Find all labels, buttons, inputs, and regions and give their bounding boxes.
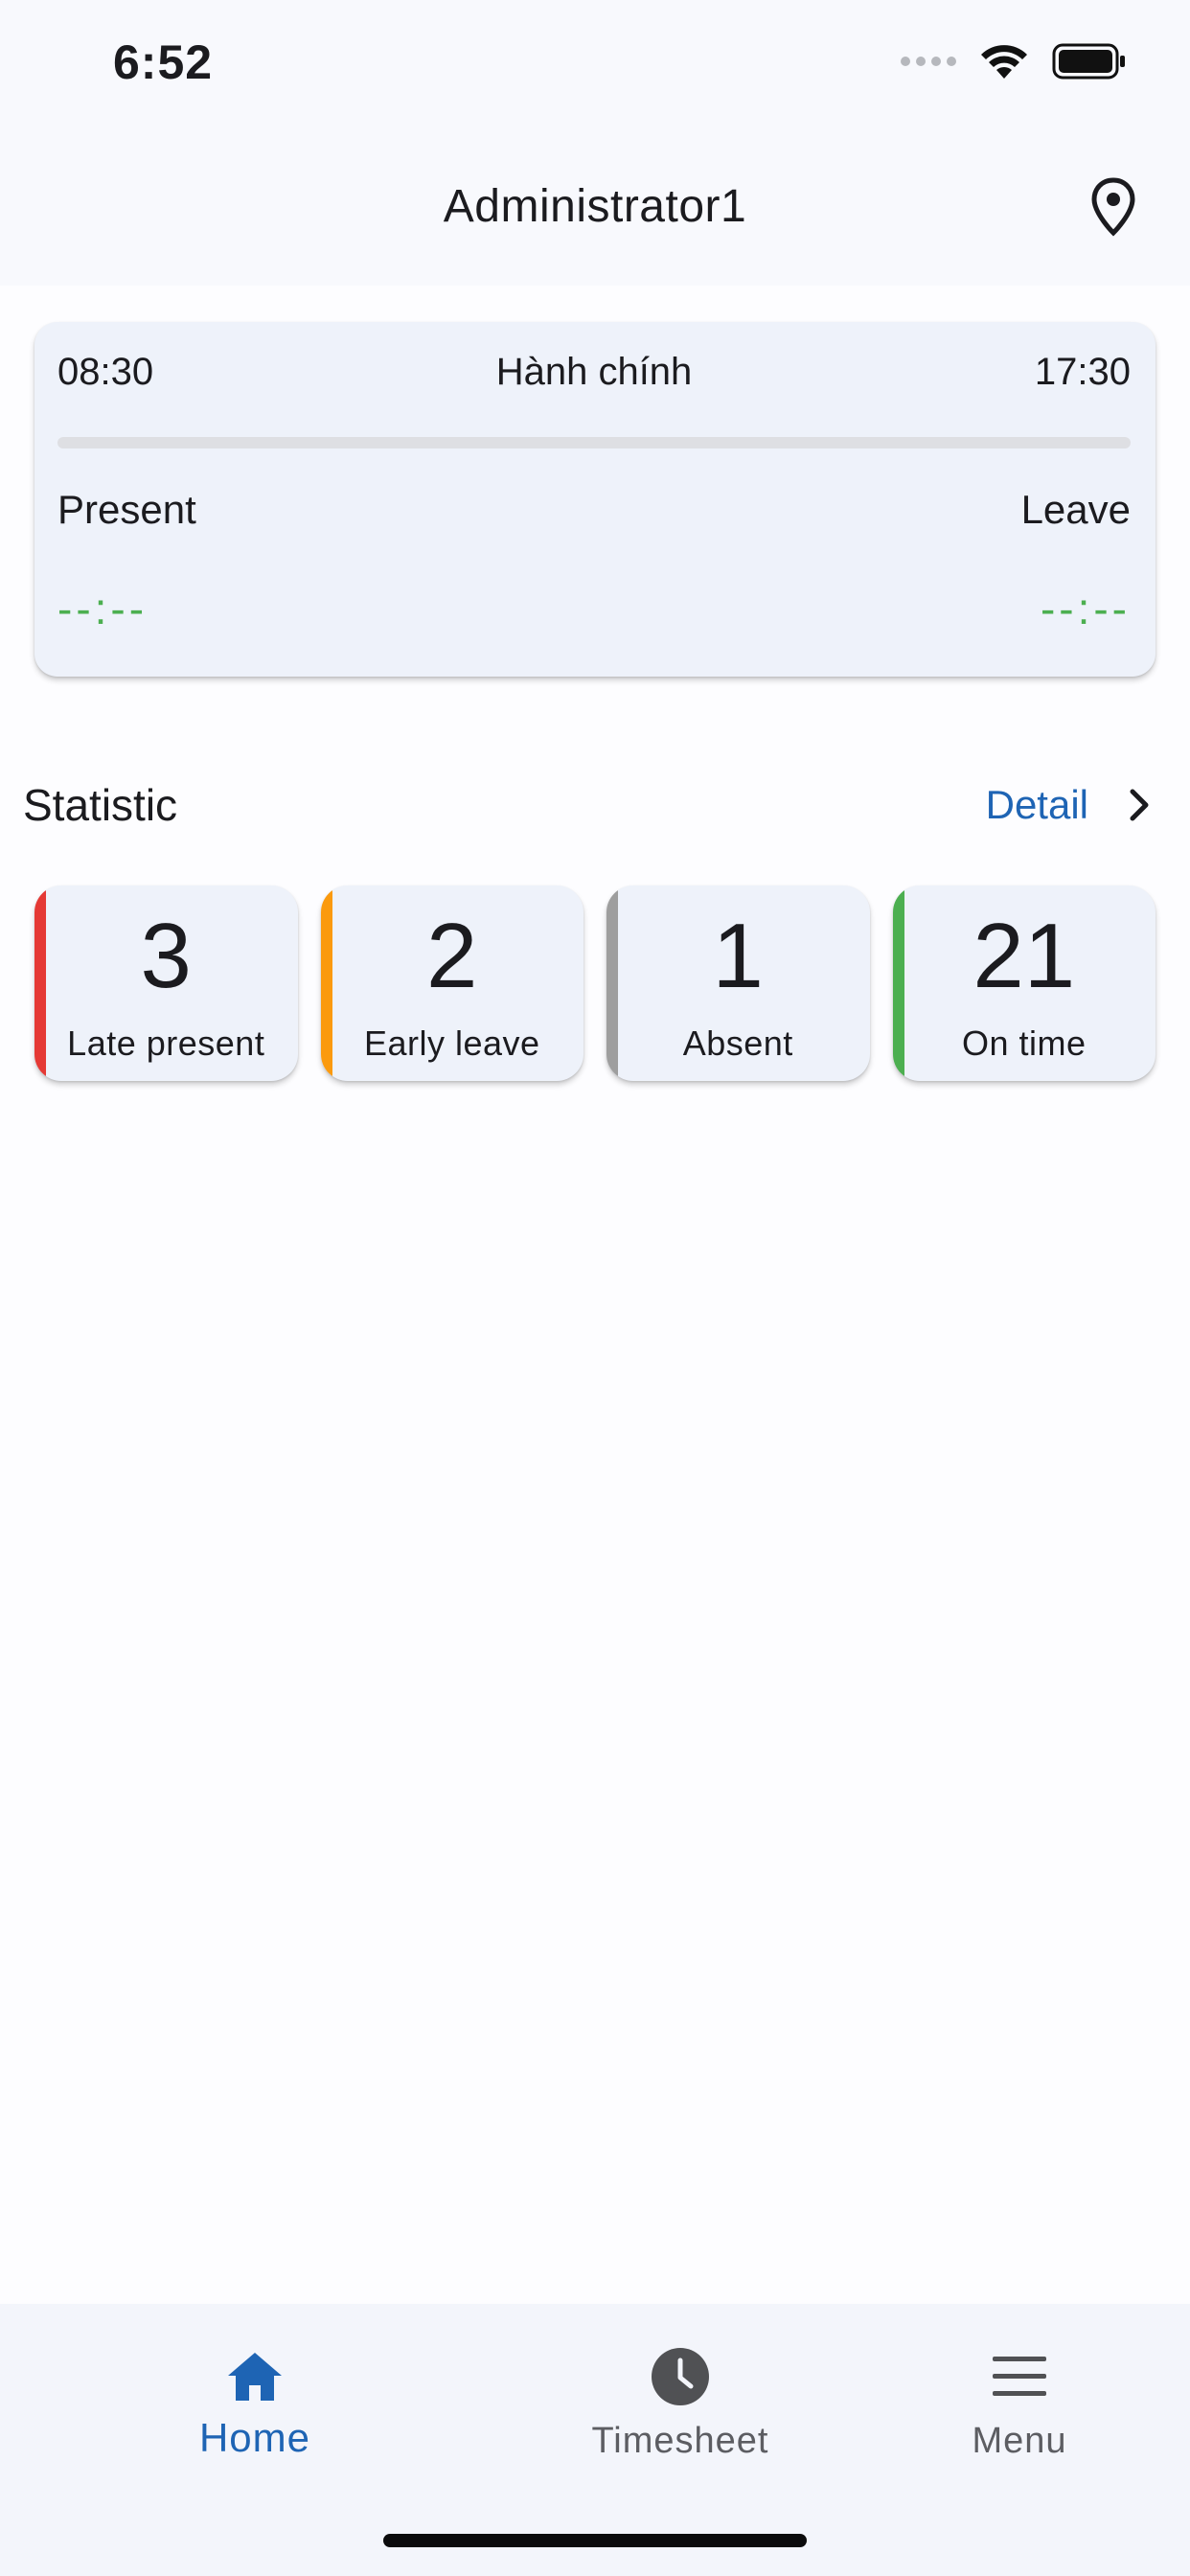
stat-card-late-present[interactable]: 3 Late present <box>34 886 298 1081</box>
detail-link[interactable]: Detail <box>986 782 1152 828</box>
stat-label: On time <box>961 1024 1087 1063</box>
app-bar: Administrator1 <box>0 134 1190 286</box>
stat-card-absent[interactable]: 1 Absent <box>606 886 870 1081</box>
stat-value: 1 <box>712 905 764 1007</box>
clock-icon <box>652 2348 709 2405</box>
battery-icon <box>1052 43 1125 80</box>
page-title: Administrator1 <box>443 181 747 232</box>
menu-icon <box>993 2357 1046 2396</box>
statistic-title: Statistic <box>23 780 178 830</box>
shift-start-time: 08:30 <box>57 351 154 393</box>
chevron-right-icon <box>1130 789 1149 821</box>
shift-name: Hành chính <box>495 351 693 393</box>
status-bar: 6:52 <box>0 0 1190 134</box>
stat-card-early-leave[interactable]: 2 Early leave <box>320 886 584 1081</box>
nav-item-timesheet[interactable]: Timesheet <box>556 2338 805 2462</box>
wifi-icon <box>981 45 1027 79</box>
leave-label: Leave <box>1020 487 1131 532</box>
shift-end-time: 17:30 <box>1034 351 1131 393</box>
statistic-header: Statistic Detail <box>23 776 1152 834</box>
nav-label: Timesheet <box>591 2421 769 2461</box>
home-icon <box>228 2353 282 2401</box>
location-button[interactable] <box>1079 169 1148 245</box>
shift-progress-bar <box>57 437 1131 448</box>
stat-value: 2 <box>426 905 478 1007</box>
nav-item-home[interactable]: Home <box>130 2338 379 2461</box>
present-time: --:-- <box>57 584 149 633</box>
location-pin-icon <box>1091 177 1135 237</box>
home-indicator <box>383 2534 807 2547</box>
stat-value: 3 <box>140 905 192 1007</box>
nav-item-menu[interactable]: Menu <box>895 2338 1144 2462</box>
present-label: Present <box>57 487 196 532</box>
nav-label: Menu <box>972 2421 1067 2461</box>
status-time: 6:52 <box>113 35 214 89</box>
shift-card: 08:30 Hành chính 17:30 Present Leave --:… <box>34 322 1156 677</box>
status-icons <box>901 42 1127 80</box>
stat-card-on-time[interactable]: 21 On time <box>892 886 1156 1081</box>
stat-label: Absent <box>682 1024 793 1063</box>
nav-label: Home <box>198 2415 311 2460</box>
attendance-labels: Present Leave <box>57 487 1131 533</box>
leave-time: --:-- <box>1040 584 1131 633</box>
statistic-cards: 3 Late present 2 Early leave 1 Absent 21… <box>34 886 1156 1081</box>
shift-time-range: 08:30 Hành chính 17:30 <box>57 351 1131 394</box>
stat-label: Early leave <box>363 1024 540 1063</box>
detail-label: Detail <box>985 782 1088 827</box>
attendance-times: --:-- --:-- <box>57 583 1131 634</box>
stat-value: 21 <box>973 905 1076 1007</box>
stat-label: Late present <box>67 1024 265 1063</box>
cellular-signal-icon <box>901 57 956 66</box>
